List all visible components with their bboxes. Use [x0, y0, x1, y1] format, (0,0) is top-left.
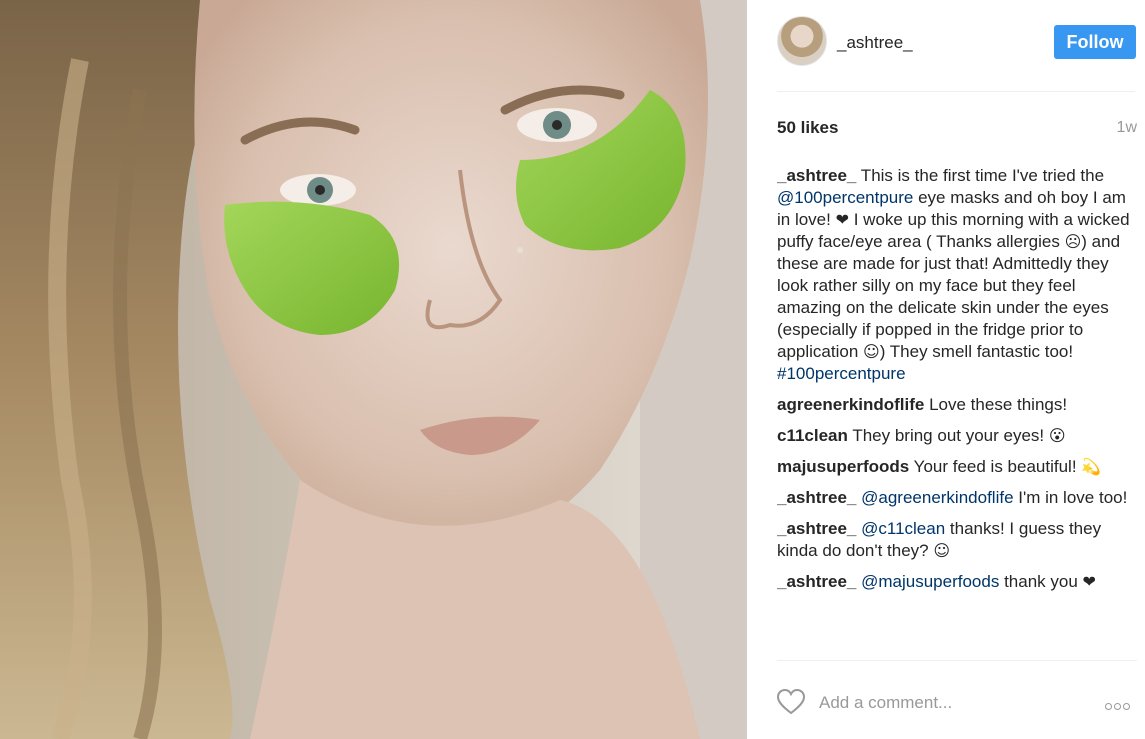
post-username[interactable]: _ashtree_: [837, 33, 913, 53]
comments-list: _ashtree_ This is the first time I've tr…: [777, 165, 1132, 660]
follow-button[interactable]: Follow: [1054, 25, 1136, 59]
comment-username[interactable]: _ashtree_: [777, 166, 856, 185]
comment-item: majusuperfoods Your feed is beautiful! 💫: [777, 456, 1132, 478]
comment-bar: [777, 660, 1137, 739]
comment-username[interactable]: c11clean: [777, 426, 848, 445]
comment-mention-link[interactable]: @majusuperfoods: [861, 572, 999, 591]
post-header: _ashtree_ Follow: [777, 16, 1136, 92]
comment-text: ) They smell fantastic too!: [879, 342, 1074, 361]
dot-icon: [1123, 703, 1130, 710]
comment-item: _ashtree_ @majusuperfoods thank you ❤: [777, 571, 1132, 593]
emoji-icon: ☹: [1064, 232, 1082, 251]
comment-text: They bring out your eyes!: [847, 426, 1049, 445]
emoji-icon: ❤: [835, 210, 849, 229]
dot-icon: [1105, 703, 1112, 710]
emoji-icon: 😮: [1048, 426, 1066, 445]
comment-username[interactable]: _ashtree_: [777, 488, 856, 507]
comment-item: _ashtree_ @c11clean thanks! I guess they…: [777, 518, 1132, 562]
emoji-icon: ☺: [863, 342, 880, 361]
post-details-panel: _ashtree_ Follow 50 likes 1w _ashtree_ T…: [747, 0, 1145, 739]
comment-username[interactable]: _ashtree_: [777, 572, 856, 591]
comment-text: I'm in love too!: [1013, 488, 1128, 507]
add-comment-input[interactable]: [819, 691, 1079, 715]
comment-text: Your feed is beautiful!: [909, 457, 1082, 476]
comment-username[interactable]: majusuperfoods: [777, 457, 909, 476]
avatar[interactable]: [777, 16, 827, 66]
comment-text: This is the first time I've tried the: [856, 166, 1105, 185]
comment-username[interactable]: agreenerkindoflife: [777, 395, 924, 414]
comment-item: _ashtree_ This is the first time I've tr…: [777, 165, 1132, 385]
heart-outline-icon[interactable]: [777, 689, 805, 715]
comment-item: c11clean They bring out your eyes! 😮: [777, 425, 1132, 447]
comment-hashtag-link[interactable]: #100percentpure: [777, 364, 906, 383]
comment-mention-link[interactable]: @agreenerkindoflife: [861, 488, 1013, 507]
likes-count[interactable]: 50 likes: [777, 118, 838, 138]
post-photo[interactable]: [0, 0, 747, 739]
comment-mention-link[interactable]: @100percentpure: [777, 188, 913, 207]
comment-item: _ashtree_ @agreenerkindoflife I'm in lov…: [777, 487, 1132, 509]
comment-mention-link[interactable]: @c11clean: [861, 519, 945, 538]
emoji-icon: 💫: [1081, 457, 1102, 476]
more-options-icon[interactable]: [1105, 697, 1135, 710]
likes-row: 50 likes 1w: [777, 118, 1137, 140]
comment-text: thank you: [999, 572, 1083, 591]
comment-text: Love these things!: [924, 395, 1068, 414]
post-age[interactable]: 1w: [1117, 119, 1137, 137]
comment-item: agreenerkindoflife Love these things!: [777, 394, 1132, 416]
emoji-icon: ☺: [933, 541, 951, 560]
comment-username[interactable]: _ashtree_: [777, 519, 856, 538]
post-photo-image: [0, 0, 747, 739]
emoji-icon: ❤: [1082, 572, 1096, 591]
dot-icon: [1114, 703, 1121, 710]
